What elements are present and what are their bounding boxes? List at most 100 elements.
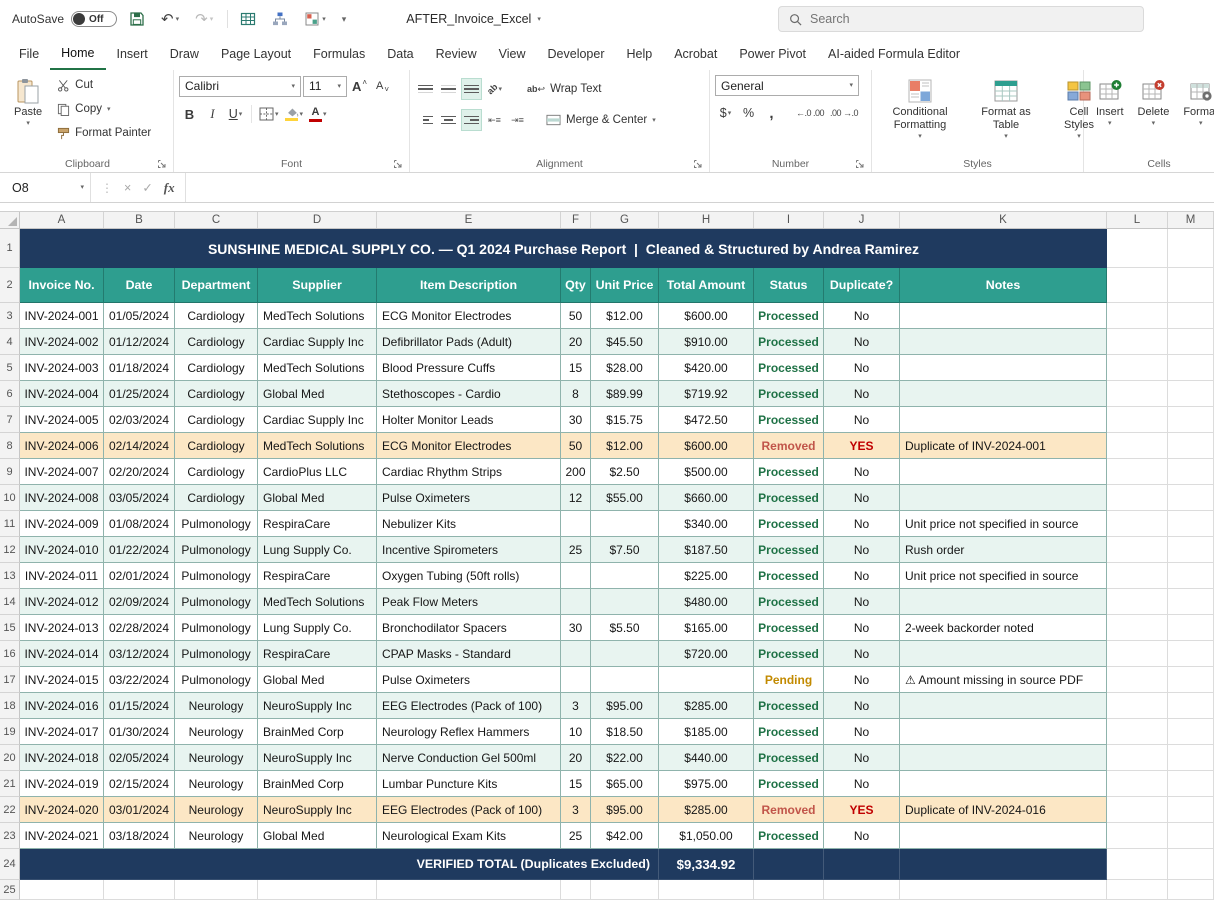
cell-B7[interactable]: 02/03/2024 [104,407,175,433]
cell-M11[interactable] [1168,511,1214,537]
row-header-9[interactable]: 9 [0,459,20,485]
tab-page-layout[interactable]: Page Layout [210,38,302,70]
cell-J20[interactable]: No [824,745,900,771]
cell-J17[interactable]: No [824,667,900,693]
cell-I16[interactable]: Processed [754,641,824,667]
cell-H7[interactable]: $472.50 [659,407,754,433]
cell-C12[interactable]: Pulmonology [175,537,258,563]
cell-G23[interactable]: $42.00 [591,823,659,849]
tab-developer[interactable]: Developer [537,38,616,70]
cell-M21[interactable] [1168,771,1214,797]
enter-button[interactable]: ✓ [142,180,152,195]
row-header-4[interactable]: 4 [0,329,20,355]
cell-H10[interactable]: $660.00 [659,485,754,511]
cell-J25[interactable] [824,880,900,900]
cell-J5[interactable]: No [824,355,900,381]
cell-I11[interactable]: Processed [754,511,824,537]
cell-K25[interactable] [900,880,1107,900]
cell-E18[interactable]: EEG Electrodes (Pack of 100) [377,693,561,719]
cell-G16[interactable] [591,641,659,667]
row-header-3[interactable]: 3 [0,303,20,329]
cell-C6[interactable]: Cardiology [175,381,258,407]
cell-B12[interactable]: 01/22/2024 [104,537,175,563]
cell-F5[interactable]: 15 [561,355,591,381]
cell-A25[interactable] [20,880,104,900]
cell-F10[interactable]: 12 [561,485,591,511]
cell-B11[interactable]: 01/08/2024 [104,511,175,537]
cell-J13[interactable]: No [824,563,900,589]
cell-D16[interactable]: RespiraCare [258,641,377,667]
cell-J3[interactable]: No [824,303,900,329]
borders-button[interactable]: ▾ [257,103,281,125]
row-header-24[interactable]: 24 [0,849,20,880]
row-header-8[interactable]: 8 [0,433,20,459]
underline-button[interactable]: U▾ [225,103,246,125]
cell-H18[interactable]: $285.00 [659,693,754,719]
cell-F21[interactable]: 15 [561,771,591,797]
cell-F3[interactable]: 50 [561,303,591,329]
cell-J6[interactable]: No [824,381,900,407]
font-dialog-launcher[interactable] [393,159,403,169]
merge-center-button[interactable]: Merge & Center ▾ [542,108,660,132]
cell-H5[interactable]: $420.00 [659,355,754,381]
cell-K10[interactable] [900,485,1107,511]
cell-E12[interactable]: Incentive Spirometers [377,537,561,563]
clipboard-dialog-launcher[interactable] [157,159,167,169]
cell-C16[interactable]: Pulmonology [175,641,258,667]
cell-I23[interactable]: Processed [754,823,824,849]
cell-G20[interactable]: $22.00 [591,745,659,771]
cell-D15[interactable]: Lung Supply Co. [258,615,377,641]
format-painter-button[interactable]: Format Painter [53,121,155,145]
cell-C21[interactable]: Neurology [175,771,258,797]
cell-M4[interactable] [1168,329,1214,355]
cell-I15[interactable]: Processed [754,615,824,641]
cell-D14[interactable]: MedTech Solutions [258,589,377,615]
cell-K23[interactable] [900,823,1107,849]
row-header-10[interactable]: 10 [0,485,20,511]
cell-M19[interactable] [1168,719,1214,745]
table-header-date[interactable]: Date [104,268,175,303]
cell-B19[interactable]: 01/30/2024 [104,719,175,745]
cell-L3[interactable] [1107,303,1168,329]
cell-J22[interactable]: YES [824,797,900,823]
cell-I25[interactable] [754,880,824,900]
cell-M6[interactable] [1168,381,1214,407]
cell-L16[interactable] [1107,641,1168,667]
cell-H17[interactable] [659,667,754,693]
column-header-J[interactable]: J [824,212,900,228]
cell-K5[interactable] [900,355,1107,381]
cell-F11[interactable] [561,511,591,537]
cell-F9[interactable]: 200 [561,459,591,485]
tab-formulas[interactable]: Formulas [302,38,376,70]
increase-decimal-button[interactable]: ←.0 .00 [794,102,826,124]
cell-E4[interactable]: Defibrillator Pads (Adult) [377,329,561,355]
column-header-A[interactable]: A [20,212,104,228]
table-header-total-amount[interactable]: Total Amount [659,268,754,303]
cell-F23[interactable]: 25 [561,823,591,849]
verified-total-value[interactable]: $9,334.92 [659,849,754,880]
column-header-I[interactable]: I [754,212,824,228]
cell-C20[interactable]: Neurology [175,745,258,771]
cell-M5[interactable] [1168,355,1214,381]
cell-A3[interactable]: INV-2024-001 [20,303,104,329]
cell-F15[interactable]: 30 [561,615,591,641]
cell-D9[interactable]: CardioPlus LLC [258,459,377,485]
cell-I13[interactable]: Processed [754,563,824,589]
bottom-align-button[interactable] [461,78,482,100]
cell-I4[interactable]: Processed [754,329,824,355]
insert-function-button[interactable]: fx [164,180,175,196]
cell-G5[interactable]: $28.00 [591,355,659,381]
cell-B17[interactable]: 03/22/2024 [104,667,175,693]
comma-style-button[interactable]: , [761,102,782,124]
cell-H15[interactable]: $165.00 [659,615,754,641]
cell-L19[interactable] [1107,719,1168,745]
cell-J18[interactable]: No [824,693,900,719]
cell-H19[interactable]: $185.00 [659,719,754,745]
cell-H9[interactable]: $500.00 [659,459,754,485]
paste-button[interactable]: Paste ▾ [7,73,49,129]
cell-F12[interactable]: 25 [561,537,591,563]
cell-C7[interactable]: Cardiology [175,407,258,433]
cell-I7[interactable]: Processed [754,407,824,433]
cell-E22[interactable]: EEG Electrodes (Pack of 100) [377,797,561,823]
cell-K14[interactable] [900,589,1107,615]
